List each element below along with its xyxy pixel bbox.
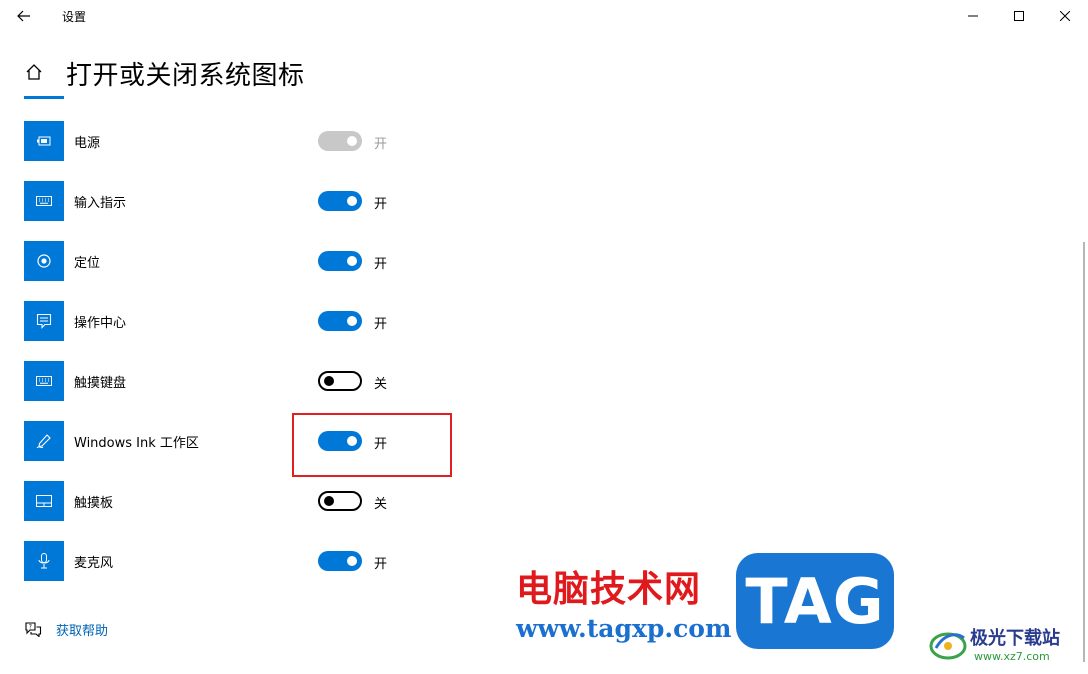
maximize-icon [1014,11,1024,21]
home-button[interactable] [22,60,46,84]
location-icon [24,241,64,281]
toggle-state: 开 [374,437,388,452]
action-center-toggle[interactable] [318,311,362,331]
microphone-toggle[interactable] [318,551,362,571]
toggle-state: 开 [374,557,388,572]
toggle-state: 开 [374,317,388,332]
setting-row-input-indicator: 输入指示 开 [24,181,444,221]
action-center-icon [24,301,64,341]
watermark-site-logo: 极光下载站 www.xz7.com [928,620,1078,668]
toggle-state: 关 [374,377,388,392]
input-indicator-toggle[interactable] [318,191,362,211]
keyboard-icon [24,361,64,401]
watermark-url: www.tagxp.com [516,614,732,643]
setting-label: 触摸键盘 [74,376,127,391]
back-arrow-icon [17,10,30,22]
minimize-icon [968,15,978,17]
setting-row-location: 定位 开 [24,241,444,281]
aurora-logo-icon [929,632,967,660]
toggle-knob [347,256,357,266]
touchpad-toggle[interactable] [318,491,362,511]
setting-label: 麦克风 [74,556,114,571]
setting-row-microphone: 麦克风 开 [24,541,444,581]
toggle-state: 开 [374,257,388,272]
window-title: 设置 [62,10,87,24]
watermark-tag-logo: TAG [736,553,894,649]
setting-label: 输入指示 [74,196,127,211]
location-toggle[interactable] [318,251,362,271]
setting-label: 触摸板 [74,496,114,511]
setting-row-touch-keyboard: 触摸键盘 关 [24,361,444,401]
toggle-state: 开 [374,197,388,212]
windows-ink-toggle[interactable] [318,431,362,451]
setting-row-power: 电源 开 [24,121,444,161]
touch-keyboard-toggle[interactable] [318,371,362,391]
toggle-knob [324,496,334,506]
scrollbar[interactable] [1083,242,1085,662]
watermark-site-url: www.xz7.com [974,650,1050,663]
battery-icon [24,121,64,161]
toggle-knob [324,376,334,386]
setting-label: 电源 [74,136,101,151]
maximize-button[interactable] [996,0,1042,32]
watermark-tag-text: TAG [745,564,885,638]
setting-label: 定位 [74,256,101,271]
title-bar: 设置 [0,0,1088,32]
setting-label: 操作中心 [74,316,127,331]
toggle-knob [347,136,357,146]
toggle-state: 关 [374,497,388,512]
help-chat-icon: ? [25,622,42,637]
help-link-label[interactable]: 获取帮助 [56,620,108,639]
touchpad-icon [24,481,64,521]
setting-row-windows-ink: Windows Ink 工作区 开 [24,421,444,461]
power-toggle[interactable] [318,131,362,151]
microphone-icon [24,541,64,581]
title-underline [24,96,64,99]
pen-icon [24,421,64,461]
page-title: 打开或关闭系统图标 [66,61,305,91]
minimize-button[interactable] [950,0,996,32]
watermark-text-cn: 电脑技术网 [516,569,702,610]
keyboard-icon [24,181,64,221]
setting-row-touchpad: 触摸板 关 [24,481,444,521]
toggle-knob [347,436,357,446]
setting-label: Windows Ink 工作区 [74,436,199,451]
watermark-site-name: 极光下载站 [970,628,1060,649]
toggle-knob [347,196,357,206]
close-icon [1060,11,1070,21]
toggle-state: 开 [374,137,388,152]
home-icon [26,64,42,80]
setting-row-action-center: 操作中心 开 [24,301,444,341]
toggle-knob [347,316,357,326]
help-link[interactable]: ? 获取帮助 [24,619,108,639]
close-button[interactable] [1042,0,1088,32]
toggle-knob [347,556,357,566]
svg-text:?: ? [29,624,32,631]
back-button[interactable] [8,2,40,30]
